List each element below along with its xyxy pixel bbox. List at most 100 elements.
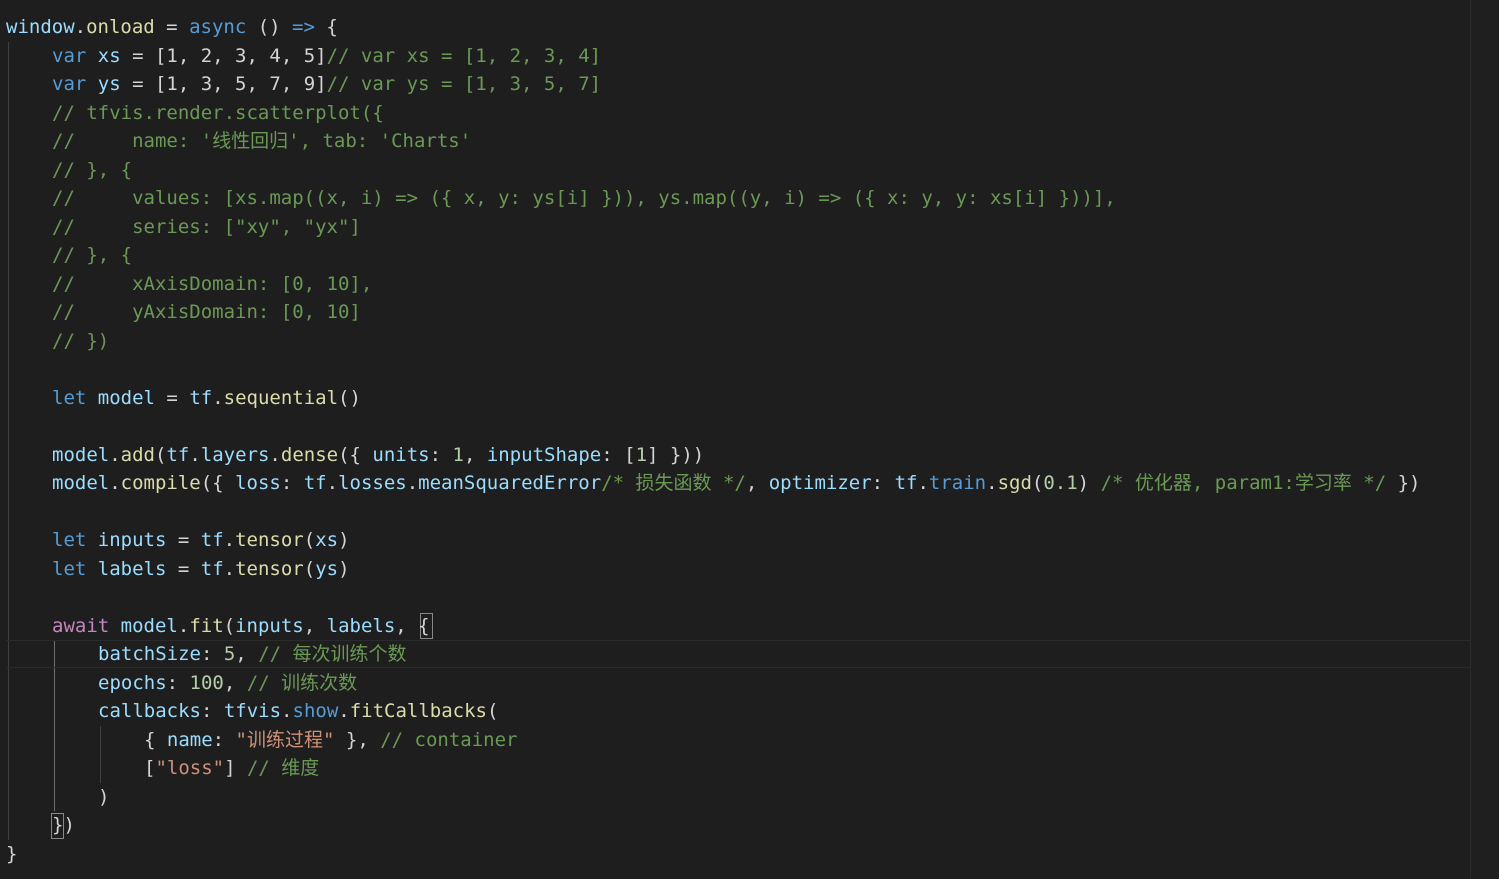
code-token: , bbox=[235, 643, 259, 665]
code-token: { bbox=[314, 16, 338, 38]
code-token: inputShape bbox=[486, 443, 602, 466]
code-token: await bbox=[52, 614, 110, 637]
code-token: , bbox=[223, 671, 247, 694]
code-token: = bbox=[154, 16, 190, 38]
code-token: ({ bbox=[200, 472, 236, 494]
code-token: ] bbox=[224, 757, 247, 779]
code-token: /* 优化器, param1:学习率 */ bbox=[1100, 472, 1387, 494]
code-token: let bbox=[52, 386, 87, 409]
code-token: add bbox=[120, 443, 155, 466]
code-token: . bbox=[223, 557, 236, 580]
code-token: "loss" bbox=[155, 757, 225, 779]
code-token: : [ bbox=[601, 443, 636, 466]
code-token: 1 bbox=[635, 443, 648, 466]
code-token: // xAxisDomain: [0, 10], bbox=[52, 272, 373, 295]
code-token: // 维度 bbox=[246, 757, 320, 779]
code-token: tf bbox=[189, 386, 213, 409]
code-token: . bbox=[109, 443, 121, 466]
code-token: : bbox=[200, 700, 224, 722]
code-token: var bbox=[52, 73, 87, 95]
code-token: model bbox=[97, 386, 155, 409]
code-token: // yAxisDomain: [0, 10] bbox=[52, 301, 361, 323]
code-token: : bbox=[429, 443, 453, 466]
code-token: inputs bbox=[97, 529, 167, 551]
code-token: 1 bbox=[452, 443, 464, 466]
code-token: show bbox=[292, 700, 339, 722]
code-token: tf bbox=[166, 443, 190, 466]
code-token: [ bbox=[144, 757, 156, 779]
code-token: ) bbox=[338, 557, 350, 580]
code-token: compile bbox=[120, 472, 201, 494]
code-token: /* 损失函数 */ bbox=[601, 472, 746, 494]
code-token: ) bbox=[338, 529, 350, 551]
code-token: = [1, 3, 5, 7, 9] bbox=[120, 73, 327, 95]
code-token: . bbox=[917, 472, 929, 494]
code-token: ( bbox=[154, 443, 167, 466]
code-token: losses bbox=[338, 472, 407, 494]
code-token: sgd bbox=[997, 472, 1032, 494]
code-token: () bbox=[246, 16, 293, 38]
indent-guide bbox=[100, 725, 101, 783]
code-token: let bbox=[52, 529, 87, 551]
code-token: optimizer bbox=[768, 472, 872, 494]
code-token: , bbox=[463, 443, 487, 466]
code-token: ( bbox=[303, 557, 316, 580]
code-token: = bbox=[166, 529, 201, 551]
code-token: labels bbox=[326, 614, 396, 637]
vertical-scrollbar[interactable] bbox=[1470, 0, 1499, 879]
code-token: . bbox=[986, 472, 998, 494]
code-token: . bbox=[109, 472, 121, 494]
code-token: train bbox=[928, 472, 987, 494]
code-token: fitCallbacks bbox=[349, 700, 487, 722]
code-token: => bbox=[292, 16, 315, 38]
code-token: // name: '线性回归', tab: 'Charts' bbox=[52, 130, 472, 152]
code-token: : bbox=[280, 472, 304, 494]
code-token: layers bbox=[200, 443, 270, 466]
code-token: ( bbox=[223, 614, 236, 637]
code-token: = [1, 2, 3, 4, 5] bbox=[120, 44, 327, 67]
code-token: ( bbox=[487, 700, 499, 722]
code-editor[interactable]: window.onload = async () => {var xs = [1… bbox=[0, 0, 1470, 879]
code-token: onload bbox=[86, 16, 155, 38]
code-token: . bbox=[269, 443, 281, 466]
code-token: callbacks bbox=[98, 700, 201, 722]
code-token: , { bbox=[395, 614, 430, 637]
code-token: let bbox=[52, 557, 87, 580]
code-token: tf bbox=[303, 472, 327, 494]
code-token: ( bbox=[1031, 472, 1044, 494]
code-token: : bbox=[166, 671, 190, 694]
code-token: : bbox=[200, 643, 224, 665]
code-token: ( bbox=[303, 529, 316, 551]
code-token: : bbox=[212, 728, 236, 751]
code-token: meanSquaredError bbox=[418, 472, 602, 494]
code-token: . bbox=[338, 700, 350, 722]
code-token: tensor bbox=[235, 529, 304, 551]
indent-guide bbox=[8, 41, 9, 840]
code-token: 5 bbox=[223, 643, 236, 665]
code-token: ({ bbox=[338, 443, 373, 466]
code-token: xs bbox=[315, 529, 339, 551]
code-token: // }, { bbox=[52, 244, 133, 266]
code-token: // 每次训练个数 bbox=[258, 643, 407, 665]
code-token: fit bbox=[189, 614, 224, 637]
code-token: . bbox=[223, 529, 236, 551]
code-token: // container bbox=[380, 728, 518, 751]
code-token: // 训练次数 bbox=[246, 671, 358, 694]
code-token: // tfvis.render.scatterplot({ bbox=[52, 101, 384, 124]
code-token: tfvis bbox=[223, 700, 282, 722]
code-token: // series: ["xy", "yx"] bbox=[52, 215, 361, 238]
code-token: ] })) bbox=[647, 443, 705, 466]
code-token: dense bbox=[280, 443, 339, 466]
code-token: . bbox=[189, 443, 201, 466]
code-token: window bbox=[6, 16, 75, 38]
code-token: 100 bbox=[189, 671, 224, 694]
code-token: labels bbox=[97, 557, 167, 580]
code-token: tensor bbox=[235, 557, 304, 580]
code-token: "训练过程" bbox=[235, 728, 335, 751]
code-token: sequential bbox=[223, 386, 339, 409]
